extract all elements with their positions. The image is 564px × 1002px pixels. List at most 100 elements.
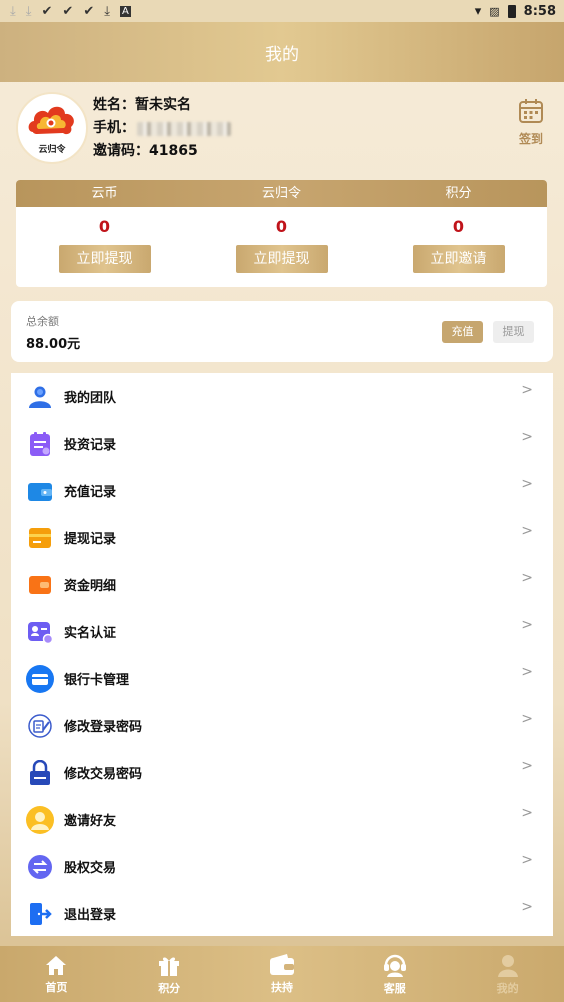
app-icon: A xyxy=(119,5,131,17)
menu-item-label: 充值记录 xyxy=(64,485,117,500)
menu-list: 我的团队 > 投资记录 > 充值记录 > 提现记录 > 资金明细 > 实名认证 … xyxy=(11,373,553,936)
balance-card: 总余额 88.00元 充值 提现 xyxy=(11,301,553,362)
menu-item-label: 银行卡管理 xyxy=(64,673,130,688)
chevron-right-icon: > xyxy=(521,664,533,680)
withdraw-record-icon xyxy=(26,524,54,552)
nav-label: 我的 xyxy=(496,981,519,995)
status-time: 8:58 xyxy=(523,3,556,19)
menu-item-label: 退出登录 xyxy=(64,908,117,923)
team-icon xyxy=(26,383,54,411)
cloud-coin-value: 0 xyxy=(98,217,111,236)
total-balance-label: 总余额 xyxy=(26,315,59,328)
download-icon: ⤓ xyxy=(104,3,110,19)
menu-item-label: 股权交易 xyxy=(64,861,117,876)
avatar[interactable]: 云归令 xyxy=(16,92,88,164)
nav-home[interactable]: 首页 xyxy=(0,946,113,1002)
phone-value-blurred xyxy=(137,121,231,136)
chevron-right-icon: > xyxy=(521,617,533,633)
withdraw-button[interactable]: 提现 xyxy=(493,321,534,343)
chevron-right-icon: > xyxy=(521,476,533,492)
calendar-icon xyxy=(519,99,543,123)
user-icon xyxy=(497,954,518,977)
lock-icon xyxy=(26,759,54,787)
menu-item-logout[interactable]: 退出登录 > xyxy=(11,890,553,937)
chevron-right-icon: > xyxy=(521,570,533,586)
yunguiling-withdraw-button[interactable]: 立即提现 xyxy=(235,245,328,273)
name-label: 姓名： xyxy=(93,97,135,113)
assets-column-title: 积分 xyxy=(445,186,472,201)
menu-item-label: 我的团队 xyxy=(64,391,117,406)
check-icon: ✔ xyxy=(41,3,53,19)
no-sim-icon: ▨ xyxy=(489,4,500,18)
download-icon: ⤓ xyxy=(25,3,32,19)
wallet-icon xyxy=(26,477,54,505)
menu-item-label: 投资记录 xyxy=(64,438,117,453)
logout-icon xyxy=(26,900,54,928)
chevron-right-icon: > xyxy=(521,805,533,821)
chevron-right-icon: > xyxy=(521,899,533,915)
total-balance-value: 88.00元 xyxy=(26,337,81,352)
menu-item-withdraw-record[interactable]: 提现记录 > xyxy=(11,514,553,561)
status-bar: ⤓ ⤓ ✔ ✔ ✔ ⤓ A ▾ ▨ 8:58 xyxy=(0,0,564,22)
nav-label: 积分 xyxy=(158,981,181,995)
signin-label: 签到 xyxy=(518,132,543,146)
menu-item-recharge-record[interactable]: 充值记录 > xyxy=(11,467,553,514)
nav-points[interactable]: 积分 xyxy=(113,946,226,1002)
battery-icon xyxy=(507,4,516,18)
check-icon: ✔ xyxy=(83,3,95,19)
name-row: 姓名： 暂未实名 xyxy=(93,94,231,117)
profile-section: 云归令 姓名： 暂未实名 手机： 邀请码： 41865 签到 xyxy=(0,82,564,178)
bank-card-icon xyxy=(26,664,54,693)
logo-icon xyxy=(28,106,74,134)
invite-code-value: 41865 xyxy=(149,143,198,159)
menu-item-bank-card[interactable]: 银行卡管理 > xyxy=(11,655,553,702)
chevron-right-icon: > xyxy=(521,382,533,398)
menu-item-change-trade-password[interactable]: 修改交易密码 > xyxy=(11,749,553,796)
yunguiling-value: 0 xyxy=(275,217,288,236)
name-value: 暂未实名 xyxy=(135,97,191,113)
menu-item-change-login-password[interactable]: 修改登录密码 > xyxy=(11,702,553,749)
chevron-right-icon: > xyxy=(521,758,533,774)
nav-mine[interactable]: 我的 xyxy=(451,946,564,1002)
menu-item-invite-friends[interactable]: 邀请好友 > xyxy=(11,796,553,843)
menu-item-label: 实名认证 xyxy=(64,626,117,641)
page-title: 我的 xyxy=(265,44,299,65)
gift-icon xyxy=(159,957,180,976)
home-icon xyxy=(46,955,67,975)
recharge-button[interactable]: 充值 xyxy=(442,321,483,343)
chevron-right-icon: > xyxy=(521,852,533,868)
menu-item-label: 邀请好友 xyxy=(64,814,117,829)
nav-support[interactable]: 扶持 xyxy=(226,946,339,1002)
signin-button[interactable]: 签到 xyxy=(516,98,546,147)
menu-item-label: 修改登录密码 xyxy=(64,720,143,735)
funds-detail-icon xyxy=(26,571,54,599)
assets-card: 云币 云归令 积分 0 立即提现 0 立即提现 0 立即邀请 xyxy=(16,180,547,287)
assets-header: 云币 云归令 积分 xyxy=(16,180,547,207)
nav-customer-service[interactable]: 客服 xyxy=(338,946,451,1002)
menu-item-funds-detail[interactable]: 资金明细 > xyxy=(11,561,553,608)
invite-now-button[interactable]: 立即邀请 xyxy=(412,245,505,273)
menu-item-equity-trading[interactable]: 股权交易 > xyxy=(11,843,553,890)
check-icon: ✔ xyxy=(62,3,74,19)
invite-code-label: 邀请码： xyxy=(93,143,149,159)
page-header: 我的 xyxy=(0,22,564,82)
phone-label: 手机： xyxy=(93,120,135,136)
menu-item-label: 修改交易密码 xyxy=(64,767,143,782)
cloud-coin-withdraw-button[interactable]: 立即提现 xyxy=(58,245,151,273)
wifi-icon: ▾ xyxy=(474,3,482,19)
menu-item-label: 提现记录 xyxy=(64,532,117,547)
avatar-logo-text: 云归令 xyxy=(38,144,66,155)
assets-column-title: 云币 xyxy=(91,186,118,201)
download-icon: ⤓ xyxy=(10,3,16,19)
menu-item-investment-record[interactable]: 投资记录 > xyxy=(11,420,553,467)
investment-record-icon xyxy=(26,430,54,458)
menu-item-my-team[interactable]: 我的团队 > xyxy=(11,373,553,420)
chevron-right-icon: > xyxy=(521,429,533,445)
notification-icons: ⤓ ⤓ ✔ ✔ ✔ ⤓ A xyxy=(10,4,131,19)
chevron-right-icon: > xyxy=(521,523,533,539)
nav-label: 客服 xyxy=(383,981,406,995)
edit-password-icon xyxy=(26,712,54,740)
points-column: 0 立即邀请 xyxy=(370,207,547,273)
cloud-coin-column: 0 立即提现 xyxy=(16,207,193,273)
menu-item-real-name-auth[interactable]: 实名认证 > xyxy=(11,608,553,655)
